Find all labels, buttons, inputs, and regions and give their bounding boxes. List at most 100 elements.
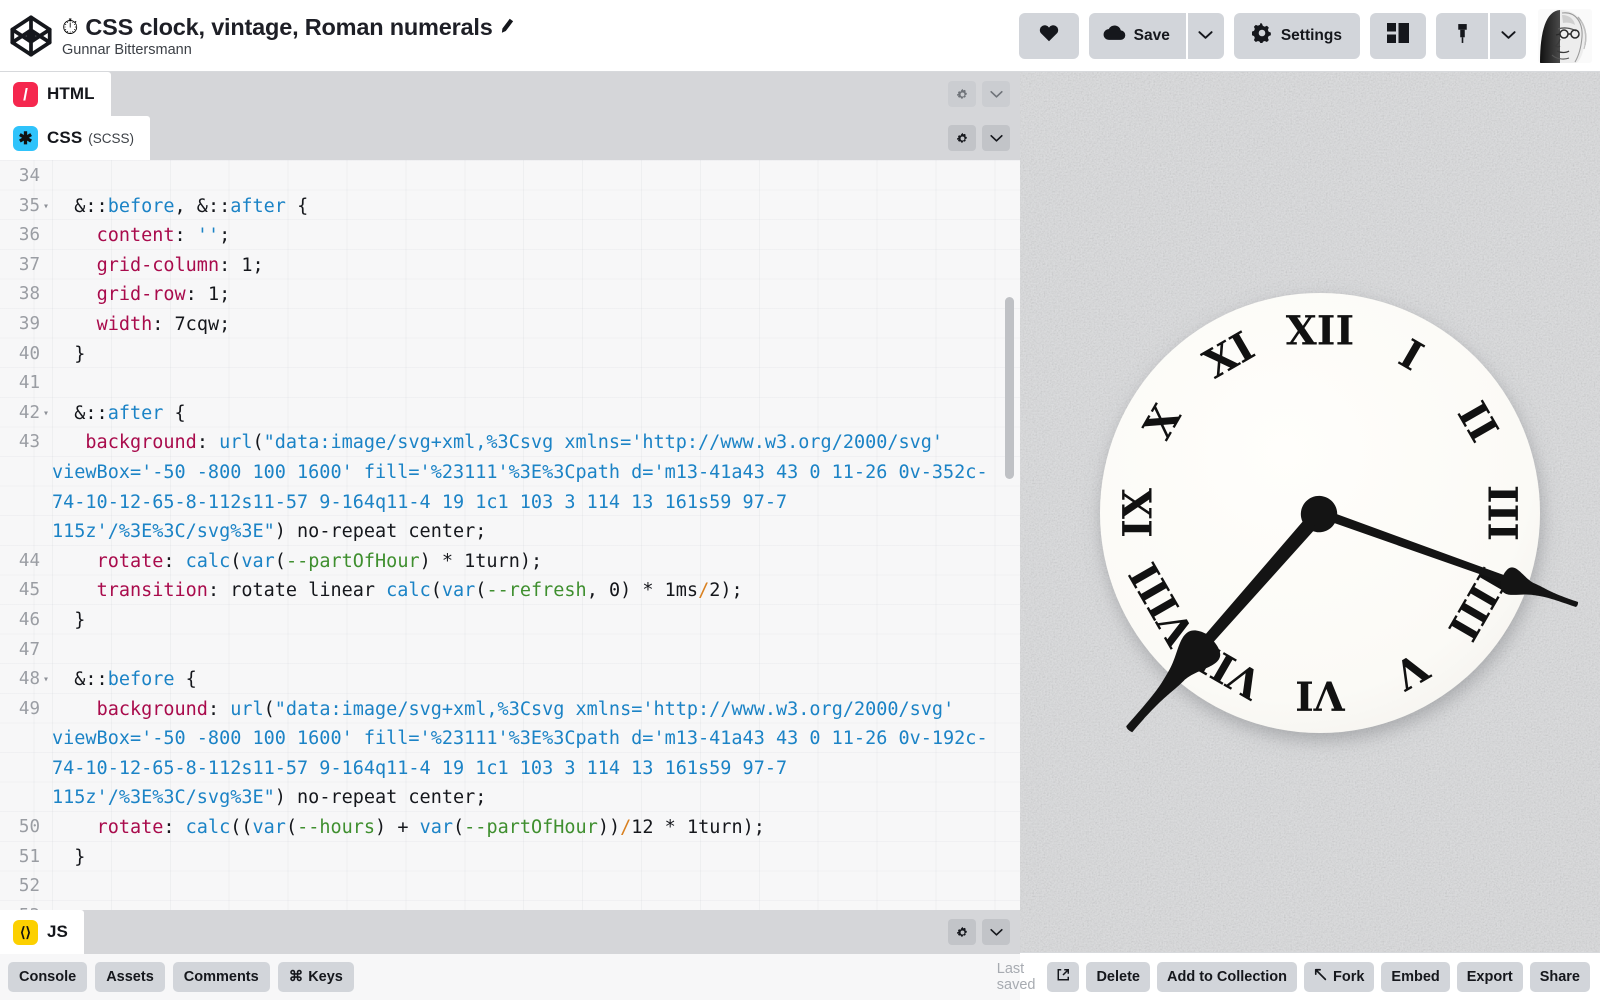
code-text: } [52,343,86,365]
codepen-logo-icon[interactable] [8,13,54,59]
last-saved-label: Last saved [996,960,1036,993]
chevron-down-icon [1500,27,1516,45]
bottom-tool-comments[interactable]: Comments [172,962,270,992]
pin-button[interactable] [1436,12,1488,59]
code-line[interactable]: 47 [0,636,1020,666]
pen-author[interactable]: Gunnar Bittersmann [62,42,515,58]
line-number: 52 [18,876,40,897]
footer-export-button[interactable]: Export [1456,961,1523,992]
footer-share-button[interactable]: Share [1529,961,1590,992]
layout-button[interactable] [1370,12,1426,59]
pin-split-button [1436,12,1526,59]
external-link-icon [1056,968,1070,986]
code-text: content: ''; [96,225,231,247]
settings-button[interactable]: Settings [1233,12,1360,59]
code-line[interactable]: 36 content: ''; [0,221,1020,251]
code-text: rotate: calc((var(--hours) + var(--partO… [96,817,765,839]
save-button[interactable]: Save [1088,12,1186,59]
footer-button-label: Share [1539,968,1580,985]
pin-dropdown-button[interactable] [1490,12,1526,59]
code-line[interactable]: 46 } [0,606,1020,636]
footer-external-link-icon-button[interactable] [1047,961,1080,992]
bottom-tool-label: Assets [106,969,154,985]
fold-toggle-icon[interactable]: ▾ [40,665,52,695]
code-lines[interactable]: 34 35 ▾ &::before, &::after {36 content: '… [0,160,1020,910]
clock-numeral: XII [1286,308,1354,355]
tab-js[interactable]: ⟨⟩ JS [0,910,84,954]
pencil-icon[interactable] [498,17,515,37]
fold-toggle-icon[interactable]: ▾ [40,192,52,222]
code-line[interactable]: 39 width: 7cqw; [0,310,1020,340]
code-line[interactable]: 35 ▾ &::before, &::after { [0,192,1020,222]
code-text: &::before { [52,669,197,691]
clock-numeral: VI [1295,672,1346,719]
footer-button-label: Embed [1391,968,1440,985]
code-line[interactable]: 48 ▾ &::before { [0,665,1020,695]
line-number: 44 [18,550,40,571]
save-dropdown-button[interactable] [1187,12,1224,59]
pane-html-buttons [948,81,1020,107]
tab-js-label: JS [47,922,68,941]
css-collapse-button[interactable] [982,125,1010,151]
footer-fork-button[interactable]: Fork [1304,961,1375,992]
code-line[interactable]: 49 background: url("data:image/svg+xml,%… [0,695,1020,813]
tab-css[interactable]: ✱ CSS (SCSS) [0,116,151,160]
code-line[interactable]: 53 [0,902,1020,910]
line-number: 53 [0,902,40,910]
line-number: 39 [18,313,40,334]
avatar[interactable] [1538,8,1592,63]
bottom-tool-label: Keys [308,969,343,985]
code-line[interactable]: 44 rotate: calc(var(--partOfHour) * 1tur… [0,547,1020,577]
code-text: rotate: calc(var(--partOfHour) * 1turn); [96,550,543,572]
js-collapse-button[interactable] [982,919,1010,945]
code-line[interactable]: 50 rotate: calc((var(--hours) + var(--pa… [0,813,1020,843]
code-line[interactable]: 38 grid-row: 1; [0,280,1020,310]
editor-column: / HTML ✱ CSS (SCSS) 34 35 ▾ &::before, &… [0,72,1020,1000]
footer-button-label: Fork [1333,968,1365,985]
clock-preview-render: IIIIIIIIIIVVIVIIVIIIIXXXI XII [1020,72,1600,952]
css-language-icon: ✱ [13,125,38,151]
code-text: } [52,609,86,631]
html-collapse-button[interactable] [982,81,1010,107]
js-settings-button[interactable] [948,919,976,945]
line-number: 48 [18,669,40,690]
code-text: grid-row: 1; [96,284,231,306]
bottom-tool-assets[interactable]: Assets [95,962,165,992]
bottom-tool-keys[interactable]: ⌘ Keys [277,962,354,992]
pane-header-html: / HTML [0,72,1020,116]
code-editor[interactable]: 34 35 ▾ &::before, &::after {36 content: '… [0,160,1020,910]
code-text: transition: rotate linear calc(var(--ref… [96,580,743,602]
tab-html[interactable]: / HTML [0,72,111,116]
code-line[interactable]: 51 } [0,843,1020,873]
preview-pane[interactable]: I II III IIII V VI VII VIII IX X XI XII [1020,72,1600,952]
code-line[interactable]: 34 [0,162,1020,192]
code-line[interactable]: 40 } [0,340,1020,370]
footer-bar: Last saved Delete Add to Collection Fork Em… [997,952,1600,1000]
code-line[interactable]: 52 [0,872,1020,902]
footer-button-label: Add to Collection [1166,968,1287,985]
footer-embed-button[interactable]: Embed [1381,961,1450,992]
heart-button[interactable] [1018,12,1079,59]
pane-header-js: ⟨⟩ JS [0,910,1020,954]
heart-icon [1039,24,1059,48]
line-number: 50 [18,817,40,838]
code-line[interactable]: 45 transition: rotate linear calc(var(--… [0,576,1020,606]
bottom-tool-console[interactable]: Console [8,962,88,992]
settings-label: Settings [1280,26,1342,44]
js-language-icon: ⟨⟩ [13,919,38,945]
footer-buttons: Delete Add to Collection Fork Embed Export Sh… [1047,961,1590,992]
html-settings-button[interactable] [948,81,976,107]
code-line[interactable]: 41 [0,369,1020,399]
footer-delete-button[interactable]: Delete [1086,961,1150,992]
code-line[interactable]: 43 background: url("data:image/svg+xml,%… [0,428,1020,546]
code-line[interactable]: 37 grid-column: 1; [0,251,1020,281]
editor-vertical-scrollbar[interactable] [1005,297,1014,479]
line-number: 41 [18,373,40,394]
css-settings-button[interactable] [948,125,976,151]
footer-add-to-collection-button[interactable]: Add to Collection [1156,961,1297,992]
bottom-tool-label: Comments [183,969,259,985]
pen-title-row: ⏱ CSS clock, vintage, Roman numerals [62,14,515,41]
code-text: } [52,846,86,868]
code-line[interactable]: 42 ▾ &::after { [0,399,1020,429]
fold-toggle-icon[interactable]: ▾ [40,399,52,429]
